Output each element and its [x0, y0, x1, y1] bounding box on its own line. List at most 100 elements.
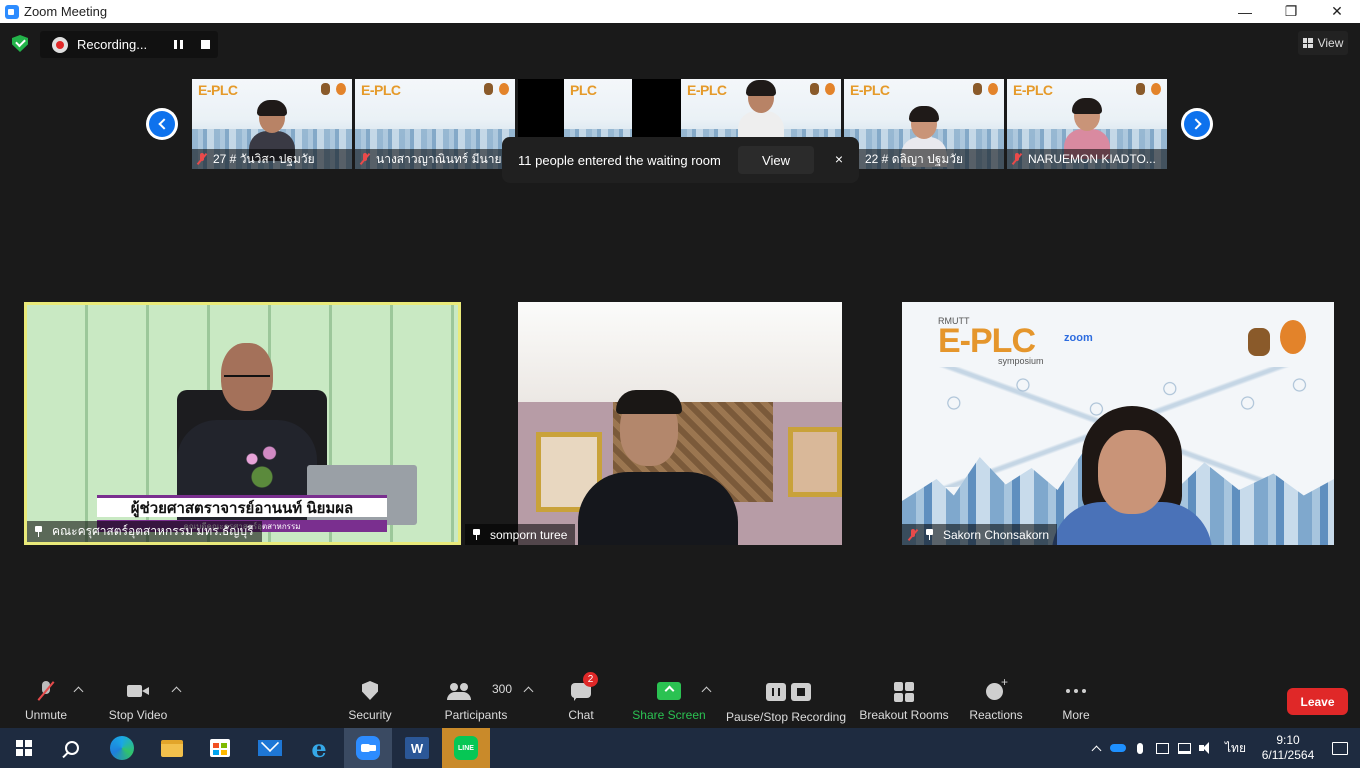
seal-icon	[810, 83, 819, 95]
reactions-icon	[984, 675, 1008, 702]
previous-page-button[interactable]	[146, 108, 178, 140]
more-button[interactable]: More	[1056, 673, 1096, 728]
participant-thumbnail[interactable]: E-PLC 22 # ดลิญา ปฐมวัย	[844, 79, 1004, 169]
participant-video	[249, 100, 295, 161]
clock-date: 6/11/2564	[1261, 748, 1315, 762]
unmute-label: Unmute	[24, 708, 68, 722]
onedrive-icon[interactable]	[1107, 728, 1129, 768]
grid-view-icon	[1302, 38, 1313, 48]
folder-icon	[161, 739, 183, 757]
close-icon[interactable]: ×	[835, 151, 843, 167]
reactions-button[interactable]: Reactions	[966, 673, 1026, 728]
share-screen-label: Share Screen	[632, 708, 706, 722]
breakout-rooms-button[interactable]: Breakout Rooms	[858, 673, 950, 728]
recording-icon	[52, 36, 68, 53]
chat-button[interactable]: 2 Chat	[560, 672, 602, 728]
taskbar-word[interactable]: W	[393, 728, 441, 768]
zoom-app-icon	[5, 4, 19, 19]
waiting-room-view-button[interactable]: View	[738, 146, 814, 174]
taskbar-internet-explorer[interactable]: e	[295, 728, 343, 768]
show-hidden-icons-button[interactable]	[1085, 728, 1107, 768]
participant-thumbnail[interactable]: E-PLC 27 # วันวิสา ปฐมวัย	[192, 79, 352, 169]
taskbar-file-explorer[interactable]	[148, 728, 196, 768]
taskbar-store[interactable]	[196, 728, 244, 768]
waiting-room-notification: 11 people entered the waiting room View …	[502, 137, 859, 183]
chevron-right-icon	[1189, 118, 1202, 130]
seal-icon	[336, 83, 346, 95]
unmute-button[interactable]: Unmute	[18, 673, 74, 728]
participant-thumbnail[interactable]: E-PLC นางสาวญาณินทร์ มีนายน	[355, 79, 515, 169]
window-controls: — ❐ ✕	[1222, 0, 1360, 23]
chevron-left-icon	[157, 118, 170, 130]
stop-recording-icon[interactable]	[201, 40, 210, 49]
video-tile-active-speaker[interactable]: ผู้ช่วยศาสตราจารย์อานนท์ นิยมผล คณบดีคณะ…	[24, 302, 461, 545]
tile-name-bar: Sakorn Chonsakorn	[902, 524, 1058, 545]
mic-muted-icon	[34, 680, 58, 702]
windows-taskbar: e W LINE ไทย 9:10 6/11/2564	[0, 728, 1360, 768]
clock[interactable]: 9:10 6/11/2564	[1256, 733, 1320, 763]
taskbar-edge[interactable]	[98, 728, 146, 768]
zoom-logo: zoom	[1064, 332, 1093, 344]
thumbnail-name-bar: นางสาวญาณินทร์ มีนายน	[355, 149, 515, 169]
waiting-room-message: 11 people entered the waiting room	[518, 152, 721, 168]
more-icon	[1064, 680, 1088, 702]
share-screen-button[interactable]: Share Screen	[630, 673, 708, 728]
mic-muted-icon	[360, 153, 370, 165]
participant-thumbnail[interactable]: E-PLC NARUEMON KIADTO...	[1007, 79, 1167, 169]
taskbar-zoom[interactable]	[344, 728, 392, 768]
video-options-chevron-icon[interactable]	[171, 686, 182, 697]
recording-tray-icon[interactable]	[1151, 728, 1173, 768]
security-button[interactable]: Security	[340, 673, 400, 728]
seal-icon	[973, 83, 982, 95]
word-icon: W	[405, 737, 429, 759]
recording-indicator: Recording...	[40, 31, 218, 58]
participants-options-chevron-icon[interactable]	[523, 686, 534, 697]
eplc-logo: E-PLC	[198, 82, 238, 98]
chat-unread-badge: 2	[583, 672, 598, 687]
mic-muted-icon	[1012, 153, 1022, 165]
leave-button[interactable]: Leave	[1287, 688, 1348, 715]
clock-time: 9:10	[1276, 733, 1300, 747]
volume-icon[interactable]	[1195, 728, 1217, 768]
audio-options-chevron-icon[interactable]	[73, 686, 84, 697]
pause-stop-recording-button[interactable]: Pause/Stop Recording	[724, 673, 848, 728]
virtual-background-header: RMUTT E-PLC symposium	[938, 316, 1044, 366]
window-title: Zoom Meeting	[24, 4, 108, 19]
reactions-label: Reactions	[969, 708, 1023, 722]
pin-icon	[471, 529, 482, 540]
more-label: More	[1062, 708, 1090, 722]
seal-icon	[484, 83, 493, 95]
pause-stop-recording-icon	[766, 682, 811, 704]
notifications-button[interactable]	[1320, 728, 1360, 768]
maximize-button[interactable]: ❐	[1268, 0, 1314, 23]
lower-third-caption: ผู้ช่วยศาสตราจารย์อานนท์ นิยมผล	[97, 495, 387, 517]
next-page-button[interactable]	[1181, 108, 1213, 140]
thumbnail-name-bar: NARUEMON KIADTO...	[1007, 149, 1167, 169]
microphone-icon[interactable]	[1129, 728, 1151, 768]
search-icon	[65, 741, 79, 755]
seal-icon	[1136, 83, 1145, 95]
chat-label: Chat	[568, 708, 594, 722]
minimize-button[interactable]: —	[1222, 0, 1268, 23]
participant-video	[738, 80, 784, 141]
input-language[interactable]: ไทย	[1225, 739, 1246, 758]
thumbnail-name-bar: 27 # วันวิสา ปฐมวัย	[192, 149, 352, 169]
taskbar-mail[interactable]	[246, 728, 294, 768]
video-tile[interactable]: RMUTT E-PLC symposium zoom Sakorn Chonsa…	[902, 302, 1334, 545]
encryption-shield-icon[interactable]	[12, 35, 28, 52]
pause-recording-icon[interactable]	[174, 40, 183, 49]
network-icon[interactable]	[1173, 728, 1195, 768]
chevron-up-icon	[1091, 745, 1101, 755]
close-button[interactable]: ✕	[1314, 0, 1360, 23]
taskbar-line[interactable]: LINE	[442, 728, 490, 768]
zoom-icon	[356, 736, 380, 760]
recording-label: Recording...	[77, 37, 148, 52]
meeting-toolbar: Unmute Stop Video Security Participants …	[0, 672, 1360, 728]
start-button[interactable]	[0, 728, 48, 768]
security-label: Security	[348, 708, 392, 722]
stop-video-button[interactable]: Stop Video	[104, 673, 172, 728]
eplc-logo: E-PLC	[850, 82, 890, 98]
taskbar-search-button[interactable]	[48, 728, 96, 768]
share-screen-icon	[657, 680, 681, 702]
view-layout-button[interactable]: View	[1298, 31, 1348, 55]
